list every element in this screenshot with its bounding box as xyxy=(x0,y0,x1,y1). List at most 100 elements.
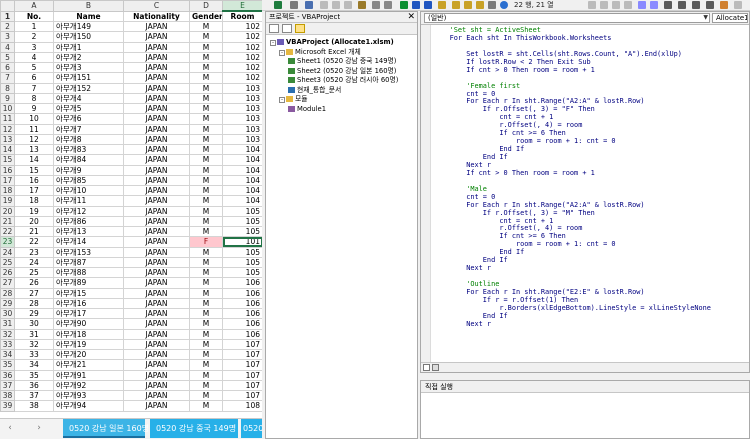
paste-icon[interactable] xyxy=(344,1,352,9)
cell-name[interactable]: 아무개93 xyxy=(53,389,124,402)
cell-room[interactable]: 103 xyxy=(222,113,263,125)
cell-nat[interactable]: JAPAN xyxy=(123,318,190,330)
cell-gen[interactable]: M xyxy=(189,41,223,53)
cut-icon[interactable] xyxy=(320,1,328,9)
object-combo[interactable]: (일반) ▼ xyxy=(424,13,710,23)
code-line[interactable] xyxy=(433,329,749,337)
cell-nat[interactable]: JAPAN xyxy=(123,31,190,43)
cell-name[interactable]: 아무개83 xyxy=(53,143,124,156)
cell-nat[interactable]: JAPAN xyxy=(123,277,190,289)
toolbox-icon[interactable] xyxy=(488,1,496,9)
cell-gen[interactable]: M xyxy=(189,133,223,146)
row-header[interactable]: 1 xyxy=(0,10,15,22)
row-header[interactable]: 26 xyxy=(0,266,15,279)
comment-icon[interactable] xyxy=(638,1,646,9)
cell-gen[interactable]: M xyxy=(189,205,223,217)
view-code-icon[interactable] xyxy=(269,24,279,33)
cell-name[interactable]: 아무개20 xyxy=(53,348,124,361)
font-icon[interactable] xyxy=(720,1,728,9)
cell-room[interactable]: 107 xyxy=(222,369,263,381)
run-icon[interactable] xyxy=(400,1,408,9)
cell-room[interactable]: 106 xyxy=(222,318,263,330)
cell-room[interactable]: 104 xyxy=(222,164,263,176)
code-line[interactable]: If cnt > 0 Then room = room + 1 xyxy=(433,169,749,178)
cell-room[interactable]: 102 xyxy=(222,41,263,53)
cell-gen[interactable]: M xyxy=(189,379,223,392)
row-header[interactable]: 37 xyxy=(0,379,15,392)
cell-room[interactable]: 102 xyxy=(222,20,263,33)
cell-name[interactable]: 아무개3 xyxy=(53,61,124,74)
cell-name[interactable]: 아무개92 xyxy=(53,379,124,392)
cell-nat[interactable]: JAPAN xyxy=(123,400,190,412)
cell-name[interactable]: 아무개86 xyxy=(53,215,124,228)
worksheet-grid[interactable]: A B C D E 1 No. Name Nationality Gender Room 2 1 아무개1… xyxy=(0,0,263,412)
cell-room[interactable]: 105 xyxy=(222,215,263,228)
cell-nat[interactable]: JAPAN xyxy=(123,389,190,402)
row-header[interactable]: 24 xyxy=(0,246,15,258)
chevron-down-icon[interactable]: ▼ xyxy=(703,14,708,22)
cell-no[interactable]: 22 xyxy=(14,236,54,248)
cell-room[interactable]: 103 xyxy=(222,133,263,146)
column-header[interactable]: C xyxy=(123,0,190,12)
cell-gen[interactable]: M xyxy=(189,400,223,412)
cell-nat[interactable]: JAPAN xyxy=(123,174,190,187)
cell-gen[interactable]: M xyxy=(189,31,223,43)
cell-gen[interactable]: M xyxy=(189,297,223,310)
cell-gen[interactable]: M xyxy=(189,369,223,381)
cell-no[interactable]: 24 xyxy=(14,256,54,269)
cell-nat[interactable]: JAPAN xyxy=(123,215,190,228)
cell-nat[interactable]: JAPAN xyxy=(123,246,190,258)
cell-nat[interactable]: JAPAN xyxy=(123,82,190,94)
sheet-tab-partial[interactable]: 0520 xyxy=(241,419,262,438)
insert-icon[interactable] xyxy=(290,1,298,9)
cell-name[interactable]: 아무개87 xyxy=(53,256,124,269)
cell-room[interactable]: 108 xyxy=(222,400,263,412)
reset-icon[interactable] xyxy=(424,1,432,9)
full-module-view-icon[interactable] xyxy=(432,364,439,371)
cell-nat[interactable]: JAPAN xyxy=(123,51,190,64)
cell-room[interactable]: 107 xyxy=(222,379,263,392)
cell-no[interactable]: 11 xyxy=(14,123,54,135)
row-header[interactable]: 31 xyxy=(0,318,15,330)
cell-name[interactable]: 아무개91 xyxy=(53,369,124,381)
column-header[interactable]: E xyxy=(222,0,263,12)
toggle-folders-icon[interactable] xyxy=(295,24,305,33)
row-header[interactable]: 27 xyxy=(0,277,15,289)
cell-name[interactable]: 아무개153 xyxy=(53,246,124,258)
view-object-icon[interactable] xyxy=(282,24,292,33)
cell-gen[interactable]: M xyxy=(189,318,223,330)
cell-room[interactable]: 105 xyxy=(222,225,263,238)
row-header[interactable]: 18 xyxy=(0,184,15,197)
cell-no[interactable]: 18 xyxy=(14,195,54,207)
cell-name[interactable]: 아무개90 xyxy=(53,318,124,330)
save-icon[interactable] xyxy=(305,1,313,9)
properties-icon[interactable] xyxy=(464,1,472,9)
cell-gen[interactable]: M xyxy=(189,113,223,125)
row-header[interactable]: 15 xyxy=(0,154,15,166)
cell-room[interactable]: 106 xyxy=(222,328,263,340)
next-sheet-icon[interactable]: › xyxy=(33,423,45,433)
row-header[interactable]: 34 xyxy=(0,348,15,361)
cell-gen[interactable]: M xyxy=(189,92,223,105)
cell-nat[interactable]: JAPAN xyxy=(123,72,190,84)
cell-no[interactable]: 5 xyxy=(14,61,54,74)
cell-room[interactable]: 106 xyxy=(222,307,263,320)
cell-gen[interactable]: M xyxy=(189,61,223,74)
row-header[interactable]: 32 xyxy=(0,328,15,340)
select-all-corner[interactable] xyxy=(0,0,15,12)
object-browser-icon[interactable] xyxy=(476,1,484,9)
cell-name[interactable]: 아무개19 xyxy=(53,338,124,351)
tree-node[interactable]: - VBAProject (Allocate1.xlsm) xyxy=(266,38,417,48)
cell-nat[interactable]: JAPAN xyxy=(123,225,190,238)
cell-gen[interactable]: M xyxy=(189,174,223,187)
cell-no[interactable]: 4 xyxy=(14,51,54,64)
cell-room[interactable]: 105 xyxy=(222,266,263,279)
excel-icon[interactable] xyxy=(274,1,282,9)
row-header[interactable]: 36 xyxy=(0,369,15,381)
cell-nat[interactable]: JAPAN xyxy=(123,359,190,371)
bookmark-icon[interactable] xyxy=(664,1,672,9)
cell-room[interactable]: 107 xyxy=(222,338,263,351)
column-title-cell[interactable]: Name xyxy=(53,10,124,22)
tree-node[interactable]: - Microsoft Excel 개체 xyxy=(266,48,417,58)
cell-name[interactable]: 아무개4 xyxy=(53,92,124,105)
